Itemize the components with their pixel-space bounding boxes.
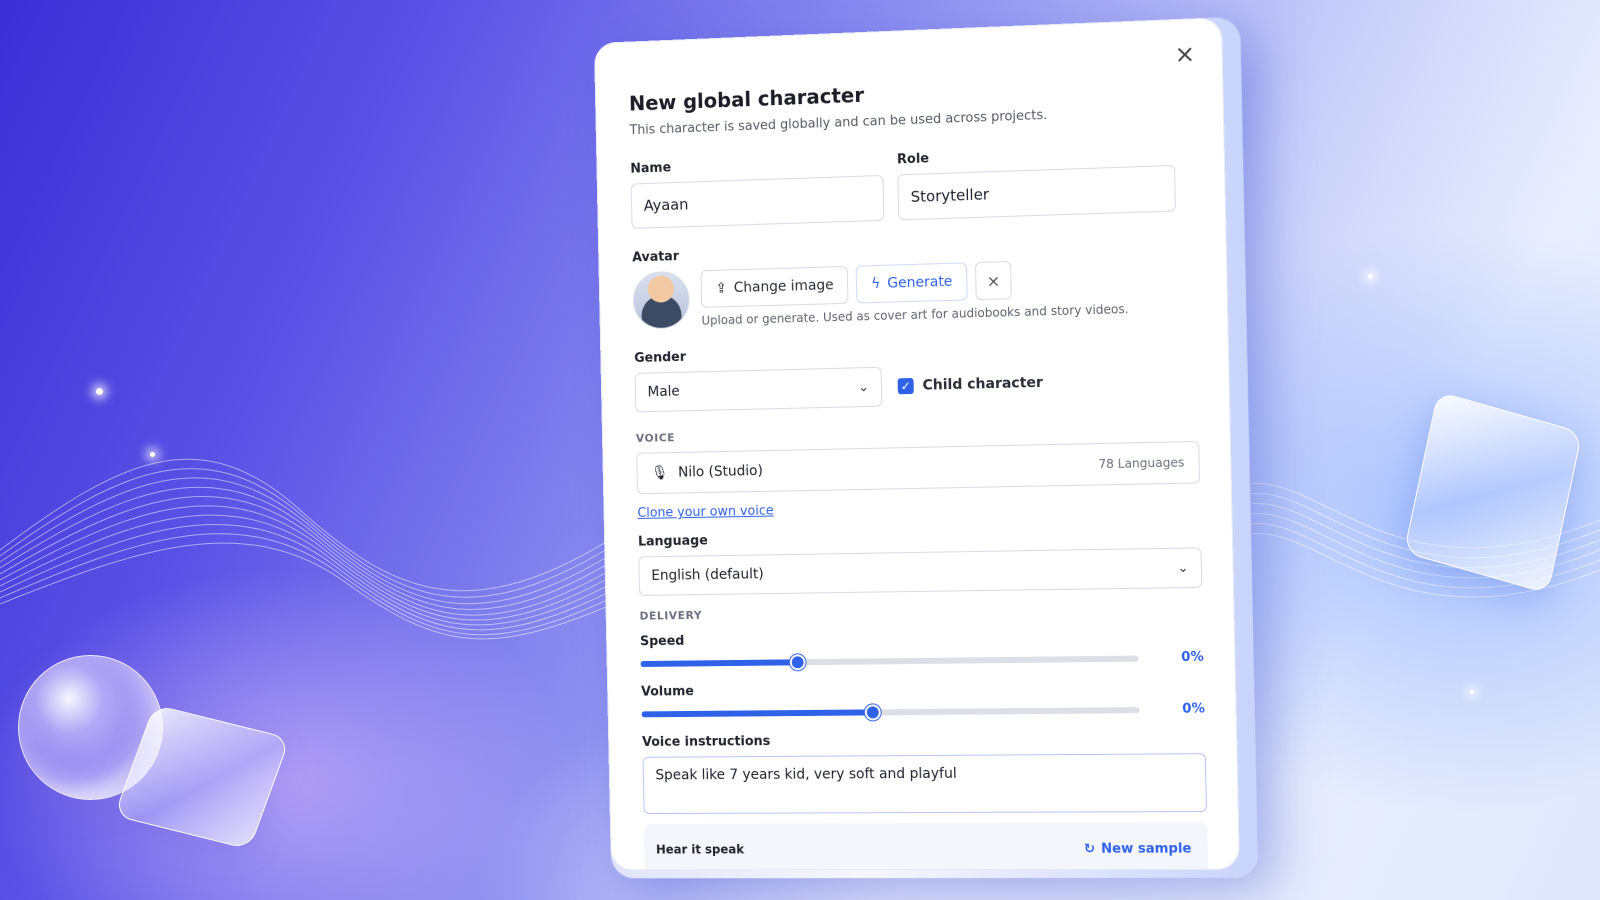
delivery-section-label: DELIVERY [639,608,703,623]
instructions-label: Voice instructions [642,734,771,750]
child-character-option[interactable]: ✓ Child character [897,374,1044,395]
generate-button[interactable]: ϟ Generate [855,262,968,304]
gender-section: Gender Male ⌄ ✓ Child character [634,337,1198,413]
lightning-icon: ϟ [871,275,881,293]
avatar-row: ⇪ Change image ϟ Generate × Upload or ge… [632,255,1197,330]
volume-slider[interactable] [641,703,1140,720]
name-label: Name [630,160,672,177]
avatar-image[interactable] [632,270,690,330]
language-select[interactable]: English (default) ⌄ [638,547,1203,596]
close-button[interactable]: × [1174,40,1195,69]
voice-languages-count: 78 Languages [1098,455,1185,472]
avatar-controls: ⇪ Change image ϟ Generate × Upload or ge… [700,258,1129,328]
chevron-down-icon: ⌄ [858,379,870,395]
microphone-icon: 🎙 [651,465,669,482]
clone-voice-wrap: Clone your own voice [637,492,1200,521]
sparkle-dot [1470,690,1474,694]
avatar-buttons: ⇪ Change image ϟ Generate × [700,258,1128,308]
volume-label: Volume [640,684,695,700]
gender-value: Male [647,383,680,401]
voice-selector[interactable]: 🎙 Nilo (Studio) 78 Languages [636,440,1201,495]
name-input[interactable]: Ayaan [630,174,885,229]
voice-section-label: VOICE [635,431,676,445]
change-image-label: Change image [733,277,834,297]
instructions-section: Voice instructions Speak like 7 years ki… [642,731,1208,815]
name-field-group: Name Ayaan [630,153,885,229]
sparkle-dot [150,452,155,457]
speed-slider-fill [640,658,798,667]
hear-it-speak-title: Hear it speak [655,842,745,857]
delivery-section: DELIVERY Speed 0% Volume 0% [639,602,1205,721]
volume-slider-thumb[interactable] [864,703,881,720]
volume-slider-fill [641,708,873,717]
volume-value: 0% [1182,701,1206,717]
volume-slider-row: 0% [641,701,1205,721]
new-sample-label: New sample [1100,840,1192,857]
gender-select[interactable]: Male ⌄ [634,366,883,413]
new-sample-button[interactable]: ↻ New sample [1084,841,1192,856]
generate-label: Generate [887,273,953,292]
speed-slider[interactable] [640,653,1139,670]
new-character-dialog: × New global character This character is… [593,17,1241,871]
child-character-label: Child character [922,374,1044,394]
language-label: Language [637,533,708,550]
sparkle-dot [1368,274,1373,279]
refresh-icon: ↻ [1083,841,1096,857]
language-value: English (default) [651,566,764,584]
child-character-checkbox[interactable]: ✓ [897,377,914,395]
speed-value: 0% [1181,649,1204,666]
name-role-row: Name Ayaan Role Storyteller [630,142,1194,229]
upload-icon: ⇪ [715,280,728,297]
voice-instructions-input[interactable]: Speak like 7 years kid, very soft and pl… [642,753,1208,815]
role-field-group: Role Storyteller [897,143,1176,221]
speed-slider-thumb[interactable] [789,653,806,670]
gender-row: Male ⌄ ✓ Child character [634,359,1199,413]
voice-section: VOICE 🎙 Nilo (Studio) 78 Languages Clone… [636,420,1201,521]
role-input[interactable]: Storyteller [897,164,1176,221]
role-label: Role [896,151,930,168]
voice-selected: 🎙 Nilo (Studio) [651,463,763,481]
speed-slider-row: 0% [640,650,1204,671]
voice-name: Nilo (Studio) [677,463,764,481]
avatar-section: Avatar ⇪ Change image ϟ Generate × Uploa… [632,233,1197,330]
remove-avatar-button[interactable]: × [974,260,1012,301]
sparkle-dot [96,388,103,395]
clone-voice-link[interactable]: Clone your own voice [637,504,774,521]
chevron-down-icon: ⌄ [1177,560,1189,576]
decorative-waves-left [0,458,640,640]
language-section: Language English (default) ⌄ [637,525,1203,596]
speed-label: Speed [639,633,685,650]
hear-it-speak-panel: Hear it speak ↻ New sample [643,822,1209,871]
change-image-button[interactable]: ⇪ Change image [700,265,849,308]
